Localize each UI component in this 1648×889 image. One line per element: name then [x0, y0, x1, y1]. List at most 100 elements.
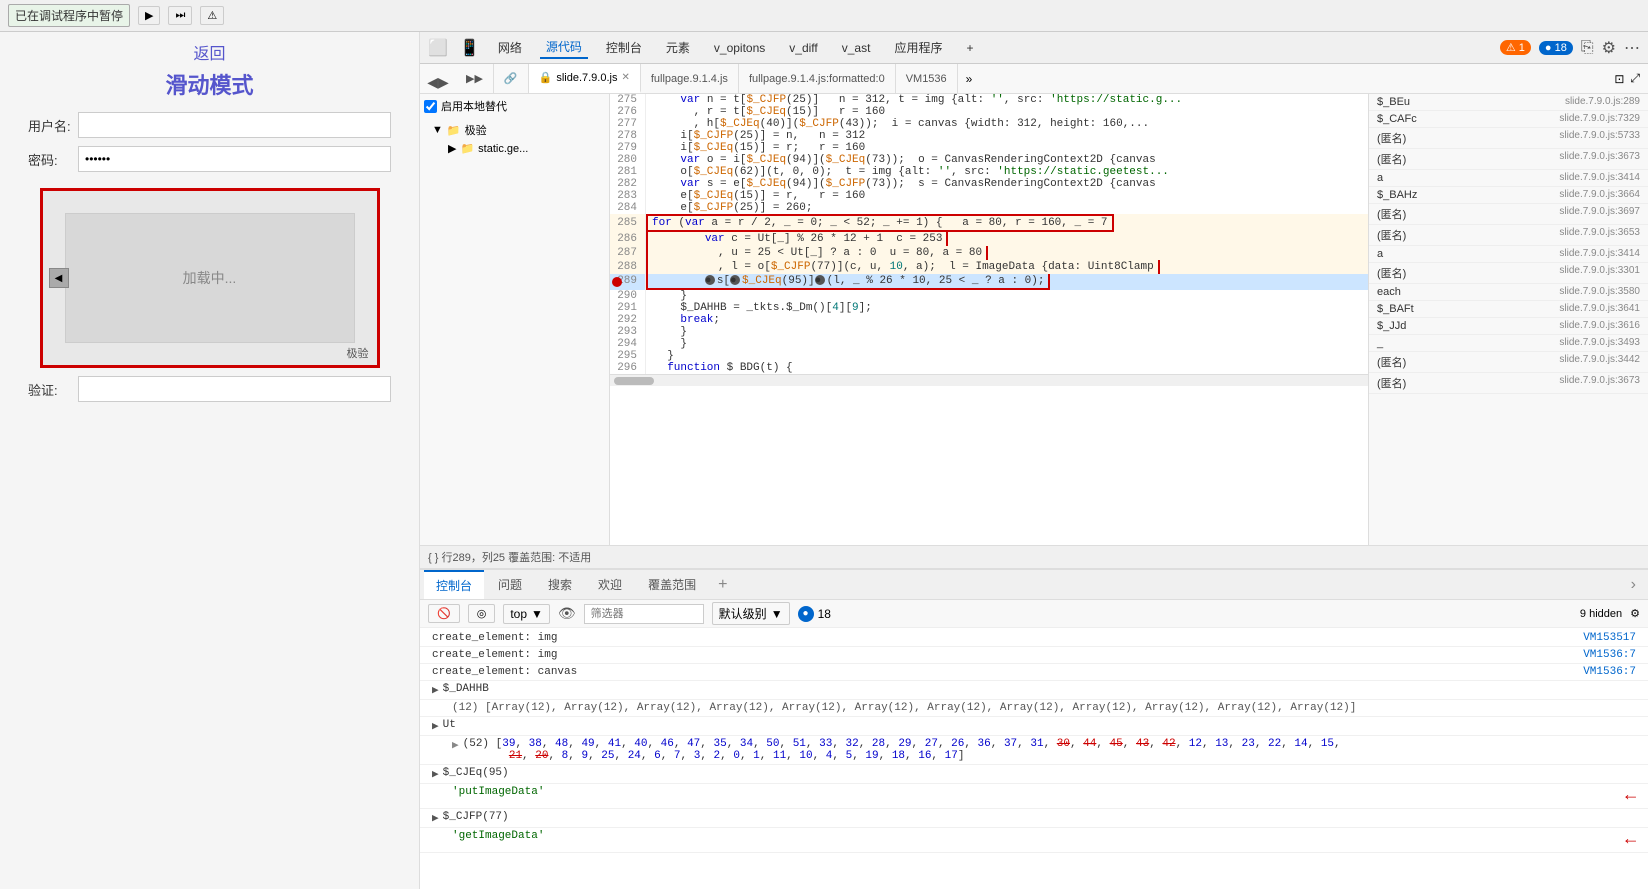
- vm-link-1[interactable]: VM153517: [1583, 632, 1636, 644]
- play-button[interactable]: ▶: [138, 6, 160, 25]
- expand-cjeq95[interactable]: ▶: [432, 767, 439, 781]
- vm-link-3[interactable]: VM1536:7: [1583, 666, 1636, 678]
- tree-folder-sub[interactable]: ▶ 📁 static.ge...: [424, 140, 605, 157]
- scroll-x[interactable]: [610, 374, 1368, 386]
- var-row-anon4[interactable]: (匿名) slide.7.9.0.js:3653: [1369, 225, 1648, 246]
- nav-tab-elements[interactable]: 元素: [660, 37, 696, 58]
- console-panel: 控制台 问题 搜索 欢迎 覆盖范围 + › 🚫 ◎ top ▼: [420, 569, 1648, 889]
- devtools-panel: ⬜ 📱 网络 源代码 控制台 元素 v_opitons v_diff v_ast…: [420, 32, 1648, 889]
- tab-console[interactable]: 控制台: [424, 570, 484, 599]
- var-row-anon5[interactable]: (匿名) slide.7.9.0.js:3301: [1369, 263, 1648, 284]
- username-input[interactable]: [78, 112, 391, 138]
- file-tab-fullpage-fmt[interactable]: fullpage.9.1.4.js:formatted:0: [739, 64, 896, 93]
- tab-coverage[interactable]: 覆盖范围: [636, 570, 708, 599]
- tab-search[interactable]: 搜索: [536, 570, 584, 599]
- coverage-tab[interactable]: ▶▶: [456, 64, 494, 93]
- tab-close-slide[interactable]: ✕: [621, 72, 629, 83]
- nav-tab-console[interactable]: 控制台: [600, 37, 648, 58]
- var-row-cafc[interactable]: $_CAFc slide.7.9.0.js:7329: [1369, 111, 1648, 128]
- expand-ut[interactable]: ▶: [432, 719, 439, 733]
- nav-tab-app[interactable]: 应用程序: [888, 37, 948, 58]
- var-row-each[interactable]: each slide.7.9.0.js:3580: [1369, 284, 1648, 301]
- scroll-thumb-x[interactable]: [614, 377, 654, 385]
- captcha-handle[interactable]: ◀: [49, 268, 69, 288]
- nav-tab-more[interactable]: +: [960, 39, 979, 57]
- eye-icon[interactable]: 👁: [558, 605, 576, 622]
- code-line-292: 292 break;: [610, 314, 1368, 326]
- file-tab-more[interactable]: »: [958, 64, 981, 93]
- file-tab-linked[interactable]: 🔗: [494, 64, 529, 93]
- file-tab-fullpage[interactable]: fullpage.9.1.4.js: [641, 64, 739, 93]
- expand-ut-inner[interactable]: ▶: [452, 738, 459, 752]
- code-line-275: 275 var n = t[$_CJFP(25)] n = 312, t = i…: [610, 94, 1368, 106]
- top-label: top: [510, 607, 527, 621]
- login-form: 用户名: 密码:: [8, 112, 411, 180]
- username-label: 用户名:: [28, 116, 78, 135]
- var-row-anon3[interactable]: (匿名) slide.7.9.0.js:3697: [1369, 204, 1648, 225]
- devtools-nav: ⬜ 📱 网络 源代码 控制台 元素 v_opitons v_diff v_ast…: [420, 32, 1648, 64]
- show-all-button[interactable]: ◎: [468, 604, 496, 623]
- format-icon[interactable]: ⊡: [1614, 72, 1624, 86]
- coverage-checkbox[interactable]: [424, 100, 437, 113]
- var-row-anon6[interactable]: (匿名) slide.7.9.0.js:3442: [1369, 352, 1648, 373]
- back-button[interactable]: 返回: [193, 40, 225, 64]
- nav-tab-vdiff[interactable]: v_diff: [783, 39, 823, 57]
- tab-add[interactable]: +: [710, 570, 735, 599]
- coverage-checkbox-row: 启用本地替代: [424, 98, 605, 114]
- var-row-baft[interactable]: $_BAFt slide.7.9.0.js:3641: [1369, 301, 1648, 318]
- source-file-panel: 启用本地替代 ▼ 📁 极验 ▶ 📁 static.ge...: [420, 94, 610, 545]
- tab-welcome[interactable]: 欢迎: [586, 570, 634, 599]
- more-icon[interactable]: ⋯: [1624, 38, 1640, 58]
- console-line-cjfp77: ▶ $_CJFP(77): [420, 809, 1648, 828]
- password-input[interactable]: [78, 146, 391, 172]
- expand-icon[interactable]: ⤢: [1630, 71, 1640, 86]
- warn-icon[interactable]: ⚠: [200, 6, 224, 25]
- expand-dahhb[interactable]: ▶: [432, 683, 439, 697]
- var-row-anon1[interactable]: (匿名) slide.7.9.0.js:5733: [1369, 128, 1648, 149]
- tree-folder-main[interactable]: ▼ 📁 极验: [424, 120, 605, 140]
- console-settings-icon[interactable]: ⚙: [1630, 607, 1640, 620]
- level-selector[interactable]: 默认级别 ▼: [712, 602, 790, 625]
- verify-input[interactable]: [78, 376, 391, 402]
- var-row-a1[interactable]: a slide.7.9.0.js:3414: [1369, 170, 1648, 187]
- var-row-anon2[interactable]: (匿名) slide.7.9.0.js:3673: [1369, 149, 1648, 170]
- device-icon[interactable]: 📱: [460, 38, 480, 58]
- file-tab-slide[interactable]: 🔒 slide.7.9.0.js ✕: [529, 64, 641, 93]
- expand-cjfp77[interactable]: ▶: [432, 811, 439, 825]
- var-row-jjd[interactable]: $_JJd slide.7.9.0.js:3616: [1369, 318, 1648, 335]
- inspect-icon[interactable]: ⬜: [428, 38, 448, 58]
- var-row-underscore[interactable]: _ slide.7.9.0.js:3493: [1369, 335, 1648, 352]
- top-selector[interactable]: top ▼: [503, 604, 550, 624]
- console-line-canvas: create_element: canvas VM1536:7: [420, 664, 1648, 681]
- step-button[interactable]: ⏭: [168, 6, 192, 25]
- share-icon[interactable]: ⎘: [1581, 39, 1594, 57]
- vm-link-2[interactable]: VM1536:7: [1583, 649, 1636, 661]
- console-line-getimage: 'getImageData' ←: [420, 828, 1648, 853]
- code-line-288: 288 , l = o[$_CJFP(77)](c, u, 10, a); l …: [610, 260, 1368, 274]
- tab-issues[interactable]: 问题: [486, 570, 534, 599]
- main-layout: 返回 滑动模式 用户名: 密码: 加载中... ◀ 极验 验证:: [0, 32, 1648, 889]
- nav-tab-source[interactable]: 源代码: [540, 36, 588, 59]
- file-tab-vm1536[interactable]: VM1536: [896, 64, 958, 93]
- var-row-bahz[interactable]: $_BAHz slide.7.9.0.js:3664: [1369, 187, 1648, 204]
- verify-row: 验证:: [28, 376, 391, 402]
- nav-tab-vast[interactable]: v_ast: [836, 39, 877, 57]
- clear-console-button[interactable]: 🚫: [428, 604, 460, 623]
- devtools-body: 启用本地替代 ▼ 📁 极验 ▶ 📁 static.ge...: [420, 94, 1648, 545]
- var-row-a2[interactable]: a slide.7.9.0.js:3414: [1369, 246, 1648, 263]
- code-line-291: 291 $_DAHHB = _tkts.$_Dm()[4][9];: [610, 302, 1368, 314]
- code-line-277: 277 , h[$_CJEq(40)]($_CJFP(43)); i = can…: [610, 118, 1368, 130]
- nav-tab-network[interactable]: 网络: [492, 37, 528, 58]
- filter-input[interactable]: [584, 604, 704, 624]
- var-row-anon7[interactable]: (匿名) slide.7.9.0.js:3673: [1369, 373, 1648, 394]
- devtools-main-body: 启用本地替代 ▼ 📁 极验 ▶ 📁 static.ge...: [420, 94, 1648, 889]
- count-badge: ● 18: [798, 606, 831, 622]
- folder-icon: 📁: [447, 124, 461, 137]
- console-right-arrow[interactable]: ›: [1623, 576, 1644, 594]
- top-bar: 已在调试程序中暂停 ▶ ⏭ ⚠: [0, 0, 1648, 32]
- nav-tab-vopitons[interactable]: v_opitons: [708, 39, 771, 57]
- lock-icon: 🔒: [539, 71, 553, 84]
- var-row-beu[interactable]: $_BEu slide.7.9.0.js:289: [1369, 94, 1648, 111]
- code-line-280: 280 var o = i[$_CJEq(94)]($_CJEq(73)); o…: [610, 154, 1368, 166]
- settings-icon[interactable]: ⚙: [1602, 38, 1616, 58]
